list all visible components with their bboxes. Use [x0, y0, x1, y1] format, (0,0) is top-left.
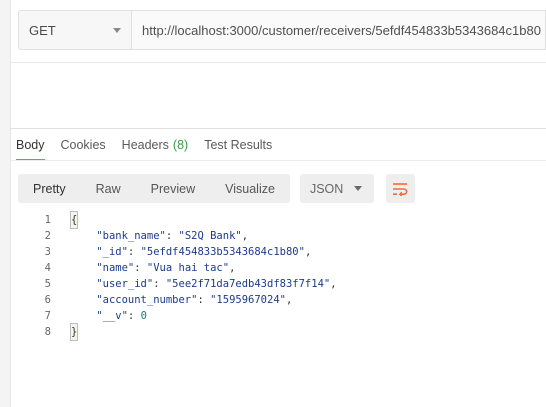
- tab-test-results[interactable]: Test Results: [198, 129, 278, 161]
- response-body: 1 { 2 "bank_name": "S2Q Bank", 3 "_id": …: [10, 211, 546, 341]
- divider: [10, 62, 546, 63]
- view-preview-button[interactable]: Preview: [136, 174, 210, 203]
- code-line: 4 "name": "Vua hai tac",: [10, 260, 546, 276]
- code-line: 2 "bank_name": "S2Q Bank",: [10, 228, 546, 244]
- wrap-lines-icon: [393, 182, 408, 196]
- json-key: "user_id": [96, 278, 154, 290]
- response-view-toolbar: Pretty Raw Preview Visualize JSON: [18, 174, 415, 203]
- tab-headers[interactable]: Headers (8): [116, 129, 195, 161]
- code-line: 6 "account_number": "1595967024",: [10, 292, 546, 308]
- json-value: "1595967024": [210, 294, 286, 306]
- url-input[interactable]: http://localhost:3000/customer/receivers…: [131, 10, 546, 50]
- chevron-down-icon: [113, 27, 121, 33]
- tab-label: Body: [16, 138, 45, 152]
- response-tabs: Body Cookies Headers (8) Test Results: [10, 129, 546, 161]
- code-line: 8 }: [10, 323, 546, 341]
- json-key: "account_number": [96, 294, 198, 306]
- view-pretty-button[interactable]: Pretty: [18, 174, 81, 203]
- view-mode-group: Pretty Raw Preview Visualize: [18, 174, 290, 203]
- line-number: 2: [44, 230, 51, 242]
- request-bar: GET http://localhost:3000/customer/recei…: [18, 10, 546, 50]
- code-line: 7 "__v": 0: [10, 308, 546, 324]
- view-visualize-button[interactable]: Visualize: [210, 174, 290, 203]
- tab-label: Test Results: [204, 138, 273, 152]
- code-line: 1 {: [10, 211, 546, 229]
- method-label: GET: [29, 22, 56, 38]
- json-value: 0: [140, 310, 147, 322]
- line-number: 8: [44, 326, 51, 338]
- chevron-down-icon: [353, 186, 362, 191]
- line-number: 5: [44, 278, 51, 290]
- close-brace: }: [69, 323, 79, 341]
- line-number: 1: [44, 214, 51, 226]
- line-number: 3: [44, 246, 51, 258]
- open-brace: {: [69, 211, 79, 229]
- json-value: "5efdf454833b5343684c1b80": [140, 246, 305, 258]
- tab-label: Cookies: [60, 138, 106, 152]
- line-number: 7: [44, 310, 51, 322]
- tab-label: Headers: [121, 138, 169, 152]
- view-raw-button[interactable]: Raw: [81, 174, 136, 203]
- tab-body[interactable]: Body: [10, 129, 51, 161]
- json-key: "_id": [96, 246, 128, 258]
- line-number: 6: [44, 294, 51, 306]
- json-key: "name": [96, 262, 135, 274]
- json-value: "Vua hai tac": [146, 262, 230, 274]
- json-key: "__v": [96, 310, 128, 322]
- code-line: 3 "_id": "5efdf454833b5343684c1b80",: [10, 244, 546, 260]
- format-select[interactable]: JSON: [299, 174, 374, 203]
- code-line: 5 "user_id": "5ee2f71da7edb43df83f7f14",: [10, 276, 546, 292]
- url-text: http://localhost:3000/customer/receivers…: [142, 22, 541, 38]
- headers-count-badge: (8): [172, 138, 189, 152]
- tabs-divider: [10, 160, 546, 161]
- line-number: 4: [44, 262, 51, 274]
- tab-cookies[interactable]: Cookies: [55, 129, 112, 161]
- format-label: JSON: [309, 181, 344, 196]
- json-value: "S2Q Bank": [178, 230, 242, 242]
- method-select[interactable]: GET: [18, 10, 131, 50]
- json-value: "5ee2f71da7edb43df83f7f14": [165, 278, 331, 290]
- json-key: "bank_name": [96, 230, 166, 242]
- wrap-lines-button[interactable]: [385, 174, 415, 203]
